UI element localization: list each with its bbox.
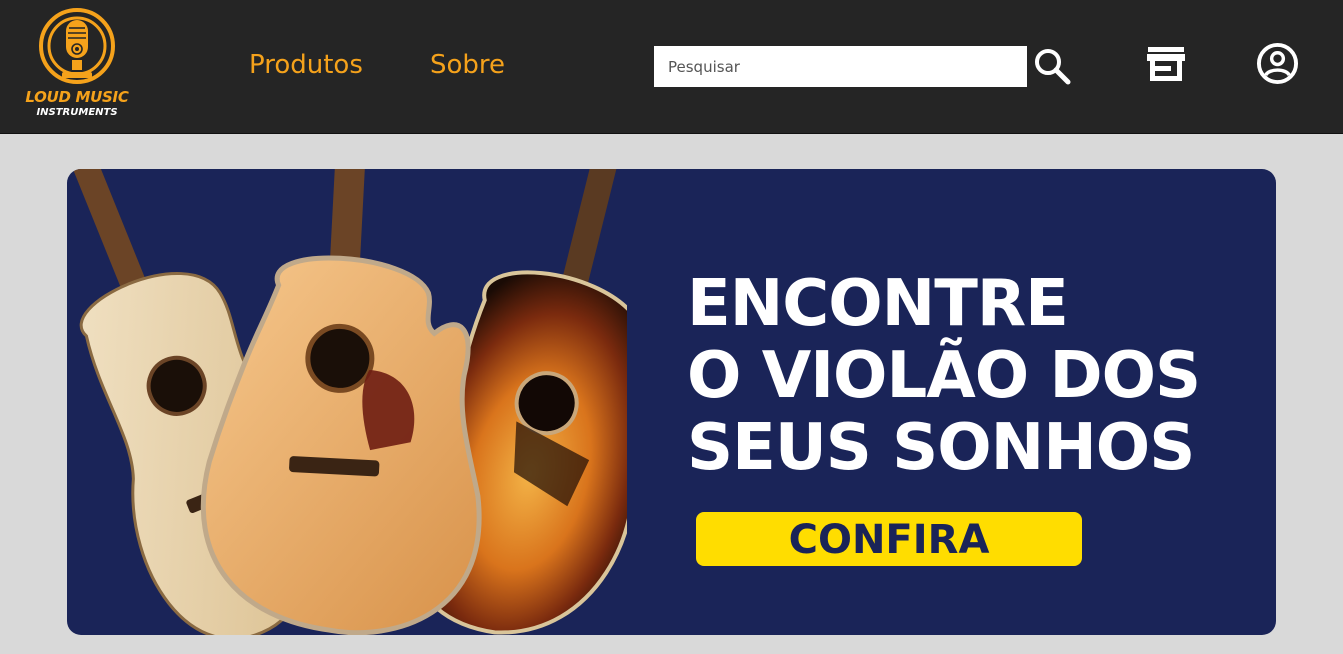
headline-line-2: O VIOLÃO DOS	[687, 339, 1201, 413]
site-header: LOUD MUSIC INSTRUMENTS Produtos Sobre	[0, 0, 1343, 134]
search-input[interactable]	[654, 46, 1027, 87]
hero-banner[interactable]: ENCONTRE O VIOLÃO DOS SEUS SONHOS CONFIR…	[67, 169, 1276, 635]
microphone-icon	[39, 8, 115, 84]
headline-line-1: ENCONTRE	[687, 267, 1069, 341]
brand-logo[interactable]: LOUD MUSIC INSTRUMENTS	[22, 6, 132, 124]
confira-button[interactable]: CONFIRA	[696, 512, 1082, 566]
nav-link-produtos[interactable]: Produtos	[249, 50, 363, 80]
headline-line-3: SEUS SONHOS	[687, 411, 1195, 485]
logo-title: LOUD MUSIC	[25, 88, 129, 106]
store-icon[interactable]	[1146, 45, 1186, 88]
logo-subtitle: INSTRUMENTS	[36, 107, 118, 118]
user-account-icon[interactable]	[1256, 42, 1299, 90]
acoustic-guitars-image	[69, 169, 627, 635]
search-icon[interactable]	[1033, 47, 1073, 92]
nav-link-sobre[interactable]: Sobre	[430, 50, 505, 80]
